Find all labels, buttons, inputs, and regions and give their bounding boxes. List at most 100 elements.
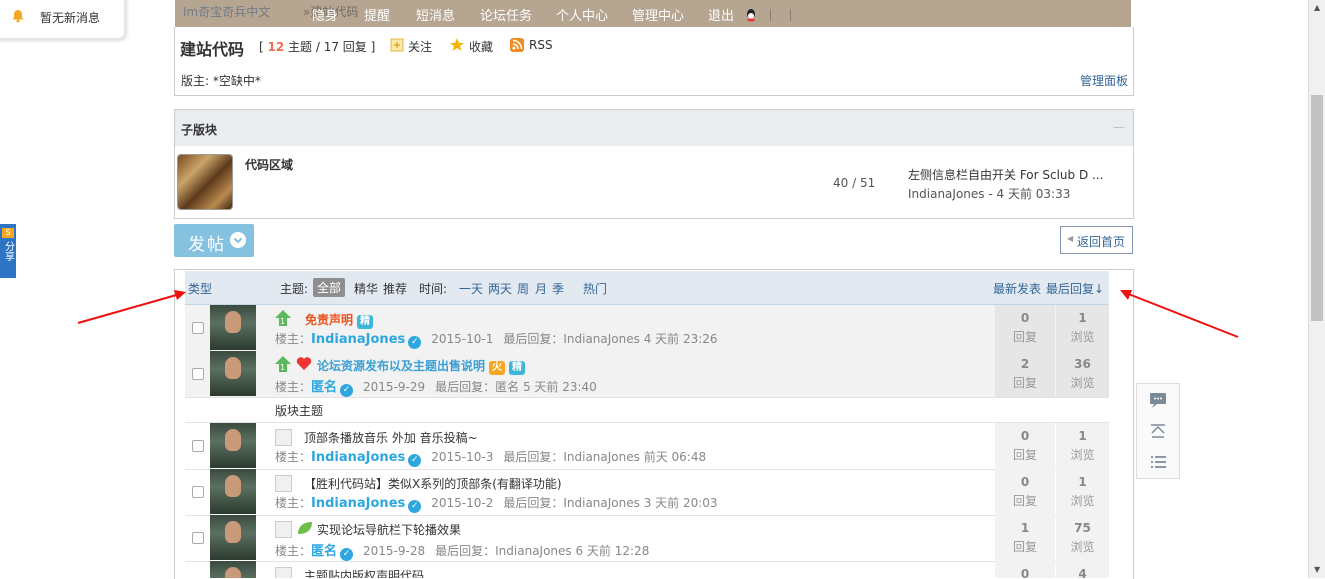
thread-title[interactable]: 实现论坛导航栏下轮播效果 [317, 521, 461, 538]
document-icon [275, 567, 292, 578]
row-checkbox[interactable] [192, 368, 204, 380]
document-icon [275, 429, 292, 446]
row-checkbox[interactable] [192, 532, 204, 544]
view-count: 75 浏览 [1056, 515, 1109, 561]
thread-title[interactable]: 【胜利代码站】类似X系列的顶部条(有翻译功能) [304, 475, 562, 492]
table-row[interactable]: 主题贴内版权声明代码 0 4 [185, 561, 1109, 578]
filter-week[interactable]: 周 [517, 280, 529, 297]
forum-stats: [ 12 主题 / 17 回复 ] [259, 40, 376, 54]
view-count: 36 浏览 [1056, 351, 1109, 397]
share-logo-icon: S [2, 228, 14, 238]
new-post-label: 发帖 [188, 235, 226, 255]
table-row[interactable]: 【胜利代码站】类似X系列的顶部条(有翻译功能) 楼主：IndianaJones ✓… [185, 469, 1109, 516]
nav-messages[interactable]: 短消息 [416, 5, 455, 24]
thread-title[interactable]: 免责声明精 [305, 311, 374, 329]
svg-text:1: 1 [280, 317, 285, 326]
qq-icon[interactable] [744, 8, 758, 22]
site-logo-text[interactable]: Im奇宝奇兵中文 [183, 3, 270, 20]
avatar[interactable] [210, 469, 256, 514]
scroll-up-icon[interactable]: ▲ [1314, 3, 1320, 12]
nav-profile[interactable]: 个人中心 [556, 5, 608, 24]
back-home-label: 返回首页 [1077, 235, 1126, 249]
table-row[interactable]: 1 论坛资源发布以及主题出售说明火精 楼主：匿名 ✓ 2015-9-29 最后回复：匿… [185, 351, 1109, 398]
back-to-top-icon[interactable] [1147, 420, 1169, 442]
reply-count: 2 回复 [995, 351, 1055, 397]
list-icon[interactable] [1147, 451, 1169, 473]
sticky-up-icon: 1 [275, 310, 291, 326]
filter-two-days[interactable]: 两天 [488, 280, 512, 297]
table-row[interactable]: 1 免责声明精 楼主：IndianaJones ✓ 2015-10-1 最后回复：In… [185, 305, 1109, 352]
sort-newest[interactable]: 最新发表 [993, 280, 1041, 297]
subforum-last-post[interactable]: 左侧信息栏自由开关 For Sclub D ... [908, 166, 1103, 183]
nav-reminders[interactable]: 提醒 [364, 5, 390, 24]
filter-all[interactable]: 全部 [313, 278, 346, 297]
nav-tasks[interactable]: 论坛任务 [480, 5, 532, 24]
nav-admin[interactable]: 管理中心 [632, 5, 684, 24]
avatar[interactable] [210, 515, 256, 560]
reply-count: 0 回复 [995, 423, 1055, 469]
thread-title[interactable]: 顶部条播放音乐 外加 音乐投稿~ [304, 429, 478, 446]
digest-badge: 精 [509, 361, 526, 375]
thread-meta: 楼主：匿名 ✓ 2015-9-28 最后回复：IndianaJones 6 天前 12… [275, 544, 650, 561]
comment-icon[interactable] [1147, 389, 1169, 411]
share-tab[interactable]: S 分享 [0, 224, 16, 278]
type-filter[interactable]: 类型 [188, 280, 212, 297]
avatar[interactable] [210, 351, 256, 396]
document-icon [275, 521, 292, 538]
manage-panel-link[interactable]: 管理面板 [1080, 72, 1128, 89]
rss-link[interactable]: RSS [529, 38, 553, 52]
verified-icon: ✓ [340, 384, 354, 397]
side-tools [1136, 383, 1180, 479]
author-link[interactable]: 匿名 [311, 544, 337, 559]
notification-popup[interactable]: 暂无新消息 [0, 0, 126, 40]
subforum-count: 40 / 51 [833, 176, 876, 190]
follow-link[interactable]: 关注 [408, 38, 432, 55]
row-checkbox[interactable] [192, 322, 204, 334]
sort-last-reply[interactable]: 最后回复↓ [1046, 280, 1104, 297]
digest-badge: 精 [357, 315, 374, 329]
scroll-thumb[interactable] [1311, 95, 1323, 321]
author-link[interactable]: IndianaJones [311, 332, 405, 347]
filter-hot[interactable]: 热门 [583, 280, 607, 297]
share-label: 分享 [2, 241, 14, 261]
table-row[interactable]: 顶部条播放音乐 外加 音乐投稿~ 楼主：IndianaJones ✓ 2015-10… [185, 423, 1109, 470]
author-link[interactable]: IndianaJones [311, 450, 405, 465]
subforum-thumbnail[interactable] [178, 155, 232, 209]
nav-logout[interactable]: 退出 [708, 5, 734, 24]
author-link[interactable]: IndianaJones [311, 496, 405, 511]
row-checkbox[interactable] [192, 440, 204, 452]
thread-label: 主题 [288, 40, 313, 54]
filter-season[interactable]: 季 [552, 280, 564, 297]
favorite-link[interactable]: 收藏 [469, 38, 493, 55]
collapse-toggle[interactable]: — [1113, 120, 1125, 134]
thread-title[interactable]: 主题贴内版权声明代码 [304, 567, 424, 578]
new-post-button[interactable]: 发帖 [174, 224, 254, 257]
scroll-down-icon[interactable]: ▼ [1314, 565, 1320, 574]
author-link[interactable]: 匿名 [311, 380, 337, 395]
nav-invisible[interactable]: 隐身 [312, 5, 338, 24]
thread-title[interactable]: 论坛资源发布以及主题出售说明火精 [317, 357, 526, 375]
back-home-button[interactable]: ◀ 返回首页 [1060, 226, 1133, 254]
row-checkbox[interactable] [192, 486, 204, 498]
avatar[interactable] [210, 305, 256, 350]
vertical-scrollbar[interactable]: ▲ ▼ [1308, 0, 1325, 578]
table-row[interactable]: 实现论坛导航栏下轮播效果 楼主：匿名 ✓ 2015-9-28 最后回复：Indiana… [185, 515, 1109, 562]
moderator-info: 版主: *空缺中* [181, 74, 261, 88]
forum-title: 建站代码 [180, 40, 245, 59]
chevron-down-icon [230, 232, 246, 248]
top-nav: Im奇宝奇兵中文 »建站代码 隐身 提醒 短消息 论坛任务 个人中心 管理中心 … [175, 0, 1131, 27]
filter-month[interactable]: 月 [535, 280, 547, 297]
filter-digest[interactable]: 精华 [354, 280, 378, 297]
reply-count: 0 回复 [995, 305, 1055, 351]
annotation-arrow-right [1120, 290, 1239, 338]
nav-divider [770, 9, 771, 21]
avatar[interactable] [210, 423, 256, 468]
verified-icon: ✓ [408, 454, 422, 467]
section-separator: 版块主题 [185, 397, 1109, 423]
avatar[interactable] [210, 561, 256, 578]
verified-icon: ✓ [340, 548, 354, 561]
filter-one-day[interactable]: 一天 [459, 280, 483, 297]
view-count: 1 浏览 [1056, 469, 1109, 515]
filter-recommend[interactable]: 推荐 [383, 280, 407, 297]
subforum-name[interactable]: 代码区域 [245, 156, 293, 173]
